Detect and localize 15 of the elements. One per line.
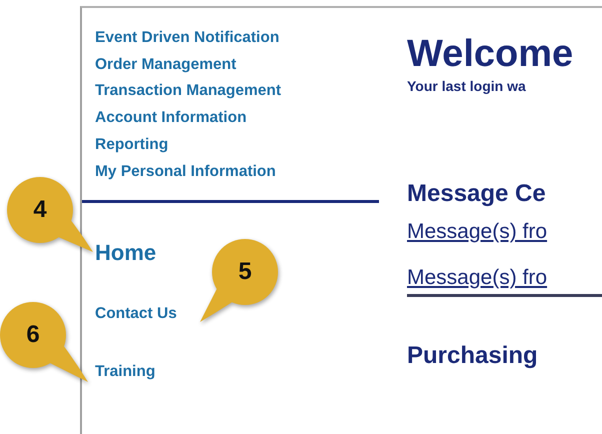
sidebar-link[interactable]: My Personal Information bbox=[95, 158, 379, 186]
sidebar-link[interactable]: Training bbox=[95, 363, 156, 382]
sidebar-link[interactable]: Contact Us bbox=[95, 305, 177, 324]
home-link[interactable]: Home bbox=[95, 240, 156, 266]
sidebar-link[interactable]: Event Driven Notification bbox=[95, 25, 379, 52]
sidebar-link[interactable]: Reporting bbox=[95, 132, 379, 159]
last-login-text: Your last login wa bbox=[407, 78, 526, 94]
section-heading: Purchasing bbox=[407, 342, 538, 370]
message-link[interactable]: Message(s) fro bbox=[407, 220, 548, 244]
sidebar-link[interactable]: Order Management bbox=[95, 52, 379, 78]
section-heading: Message Ce bbox=[407, 180, 546, 208]
message-link[interactable]: Message(s) fro bbox=[407, 266, 548, 290]
welcome-title: Welcome bbox=[407, 34, 574, 74]
sidebar-link[interactable]: Transaction Management bbox=[95, 78, 379, 106]
sidebar-link[interactable]: Account Information bbox=[95, 105, 379, 132]
